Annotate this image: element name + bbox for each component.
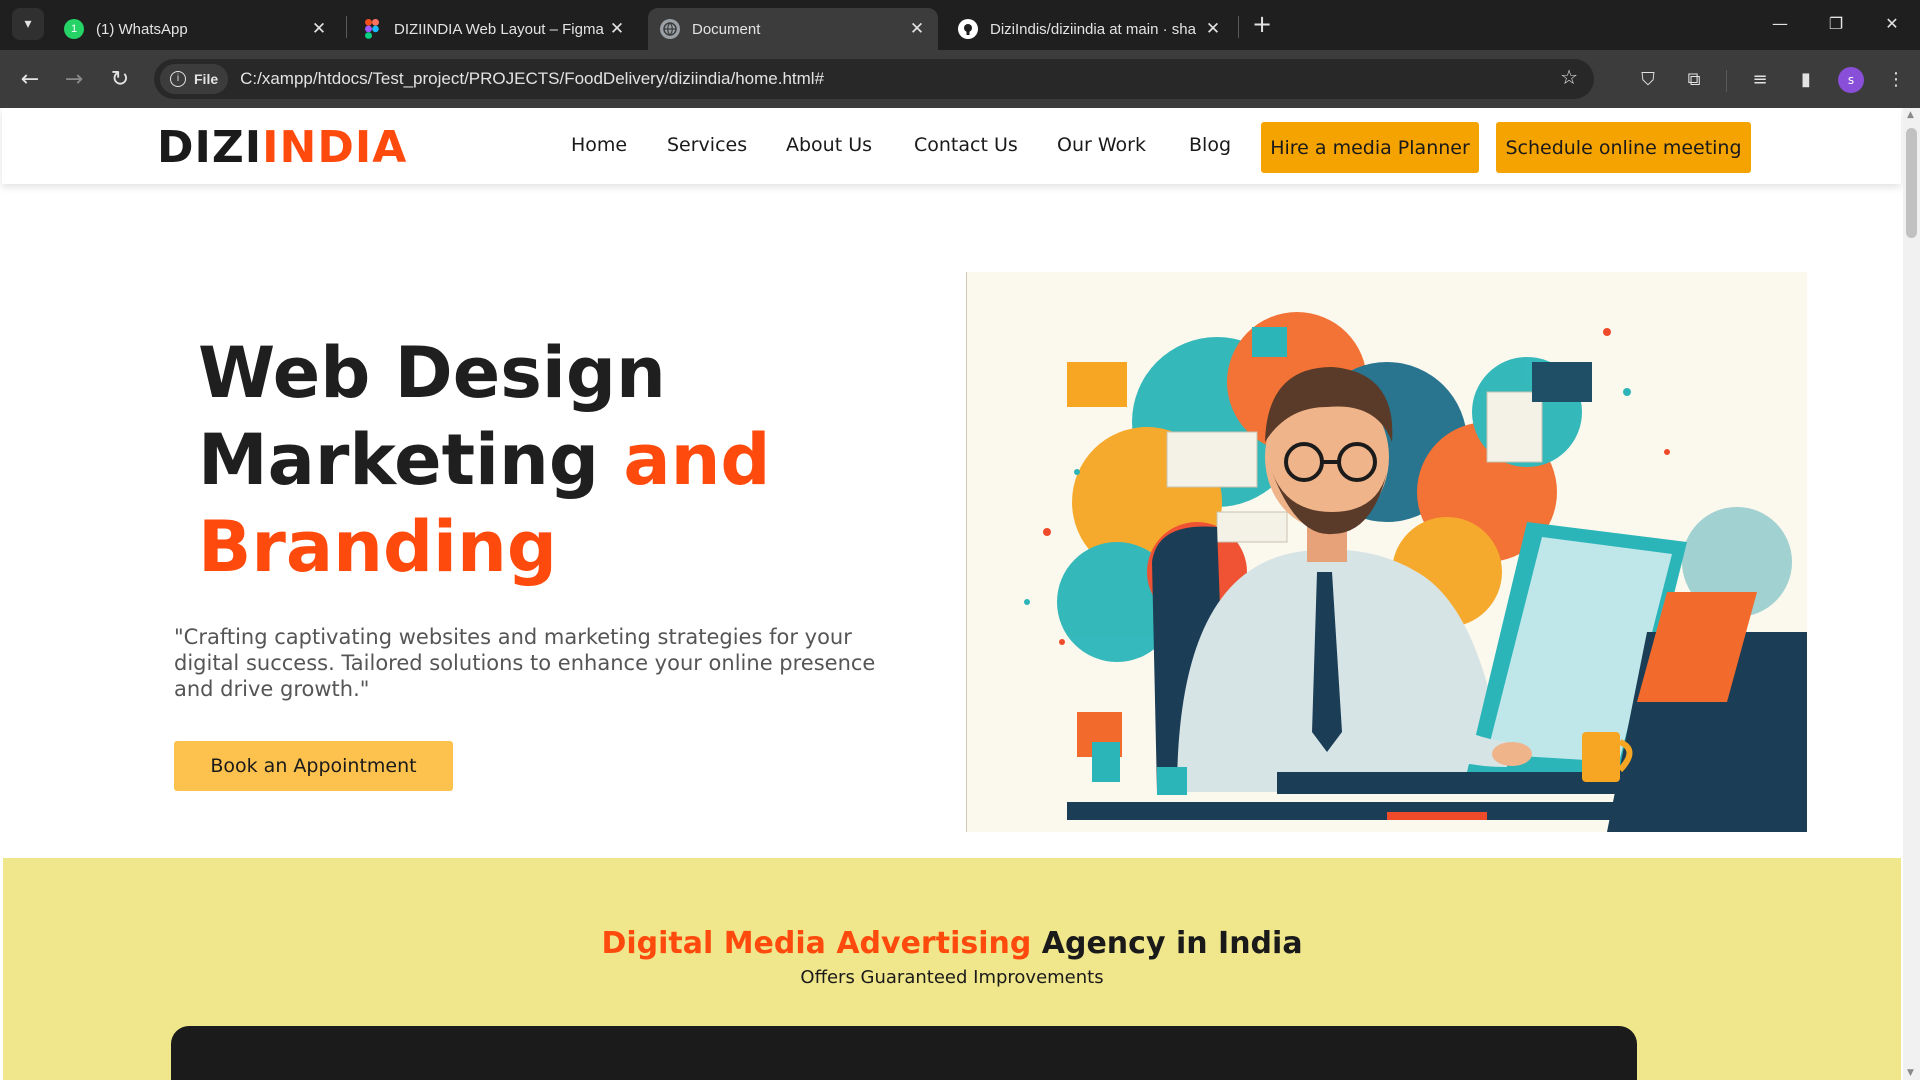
globe-icon: [660, 19, 680, 39]
bookmark-star-icon[interactable]: ☆: [1560, 65, 1578, 89]
chevron-down-icon: ▾: [24, 16, 32, 32]
reload-button[interactable]: ↻: [104, 64, 136, 96]
shield-icon[interactable]: ⛉: [1632, 64, 1664, 96]
tab-whatsapp[interactable]: 1 (1) WhatsApp ✕: [52, 8, 340, 50]
tab-github[interactable]: DiziIndis/diziindia at main · sha ✕: [946, 8, 1234, 50]
tab-title: Document: [692, 20, 761, 38]
nav-home[interactable]: Home: [571, 134, 627, 156]
nav-our-work[interactable]: Our Work: [1057, 134, 1146, 156]
agency-section-title: Digital Media Advertising Agency in Indi…: [3, 926, 1901, 961]
minimize-button[interactable]: —: [1760, 10, 1800, 38]
hire-media-planner-button[interactable]: Hire a media Planner: [1261, 122, 1479, 173]
agency-section-subtitle: Offers Guaranteed Improvements: [800, 967, 1104, 988]
tab-search-button[interactable]: ▾: [12, 8, 44, 40]
side-panel-icon[interactable]: ▮: [1790, 64, 1822, 96]
whatsapp-icon: 1: [64, 19, 84, 39]
site-info-chip[interactable]: i File: [160, 64, 229, 94]
github-icon: [958, 19, 978, 39]
hero-line-2: Marketing and: [198, 417, 771, 504]
close-tab-icon[interactable]: ✕: [908, 19, 926, 39]
tab-figma[interactable]: DIZIINDIA Web Layout – Figma ✕: [350, 8, 638, 50]
new-tab-button[interactable]: +: [1248, 10, 1276, 38]
url-text[interactable]: C:/xampp/htdocs/Test_project/PROJECTS/Fo…: [240, 69, 824, 89]
browser-tab-bar: ▾ 1 (1) WhatsApp ✕ DIZIINDIA Web Layout …: [0, 0, 1920, 50]
toolbar-divider: [1726, 70, 1727, 92]
nav-contact-us[interactable]: Contact Us: [914, 134, 1018, 156]
address-bar[interactable]: i File C:/xampp/htdocs/Test_project/PROJ…: [154, 59, 1594, 99]
close-tab-icon[interactable]: ✕: [310, 19, 328, 39]
scroll-down-arrow-icon[interactable]: ▼: [1907, 1068, 1914, 1078]
designer-at-laptop-illustration: [1024, 312, 1807, 832]
schedule-meeting-button[interactable]: Schedule online meeting: [1496, 122, 1751, 173]
page-scrollbar[interactable]: ▲ ▼: [1903, 108, 1920, 1080]
tab-title: DIZIINDIA Web Layout – Figma: [394, 20, 604, 38]
scroll-up-arrow-icon[interactable]: ▲: [1907, 110, 1914, 120]
media-controls-icon[interactable]: ≡: [1744, 64, 1776, 96]
hero-illustration: [966, 272, 1807, 832]
hero-line-2-highlight: and: [623, 419, 771, 501]
tab-document[interactable]: Document ✕: [648, 8, 938, 50]
back-button[interactable]: ←: [14, 64, 46, 96]
site-logo[interactable]: DIZIINDIA: [157, 122, 407, 173]
browser-toolbar: ← → ↻ i File C:/xampp/htdocs/Test_projec…: [0, 50, 1920, 108]
nav-services[interactable]: Services: [667, 134, 747, 156]
page-viewport: DIZIINDIA Home Services About Us Contact…: [0, 108, 1920, 1080]
close-tab-icon[interactable]: ✕: [1204, 19, 1222, 39]
profile-avatar[interactable]: s: [1838, 67, 1864, 93]
tab-title: DiziIndis/diziindia at main · sha: [990, 20, 1196, 38]
tab-divider: [1238, 16, 1239, 38]
extensions-icon[interactable]: ⧉: [1678, 64, 1710, 96]
hero-line-2-text: Marketing: [198, 419, 624, 501]
site-header: DIZIINDIA Home Services About Us Contact…: [2, 108, 1901, 184]
restore-button[interactable]: ❐: [1816, 10, 1856, 38]
scrollbar-thumb[interactable]: [1906, 128, 1917, 238]
hero-line-1: Web Design: [198, 332, 666, 414]
tab-divider: [346, 16, 347, 38]
dark-content-card: [171, 1026, 1637, 1080]
close-tab-icon[interactable]: ✕: [608, 19, 626, 39]
info-icon: i: [170, 71, 186, 87]
hero-title: Web Design Marketing and Branding: [198, 330, 771, 591]
agency-title-highlight: Digital Media Advertising: [601, 926, 1032, 961]
figma-icon: [362, 19, 382, 39]
agency-title-rest: Agency in India: [1031, 926, 1303, 961]
logo-part-india: INDIA: [262, 122, 408, 173]
tab-title: (1) WhatsApp: [96, 20, 188, 38]
close-window-button[interactable]: ✕: [1872, 10, 1912, 38]
site-info-label: File: [194, 71, 219, 87]
hero-subtitle: "Crafting captivating websites and marke…: [174, 625, 876, 701]
hero-line-3: Branding: [198, 506, 557, 588]
nav-blog[interactable]: Blog: [1189, 134, 1231, 156]
book-appointment-button[interactable]: Book an Appointment: [174, 741, 453, 791]
menu-kebab-icon[interactable]: ⋮: [1880, 64, 1912, 96]
logo-part-dizi: DIZI: [157, 122, 263, 173]
forward-button[interactable]: →: [58, 64, 90, 96]
nav-about-us[interactable]: About Us: [786, 134, 872, 156]
